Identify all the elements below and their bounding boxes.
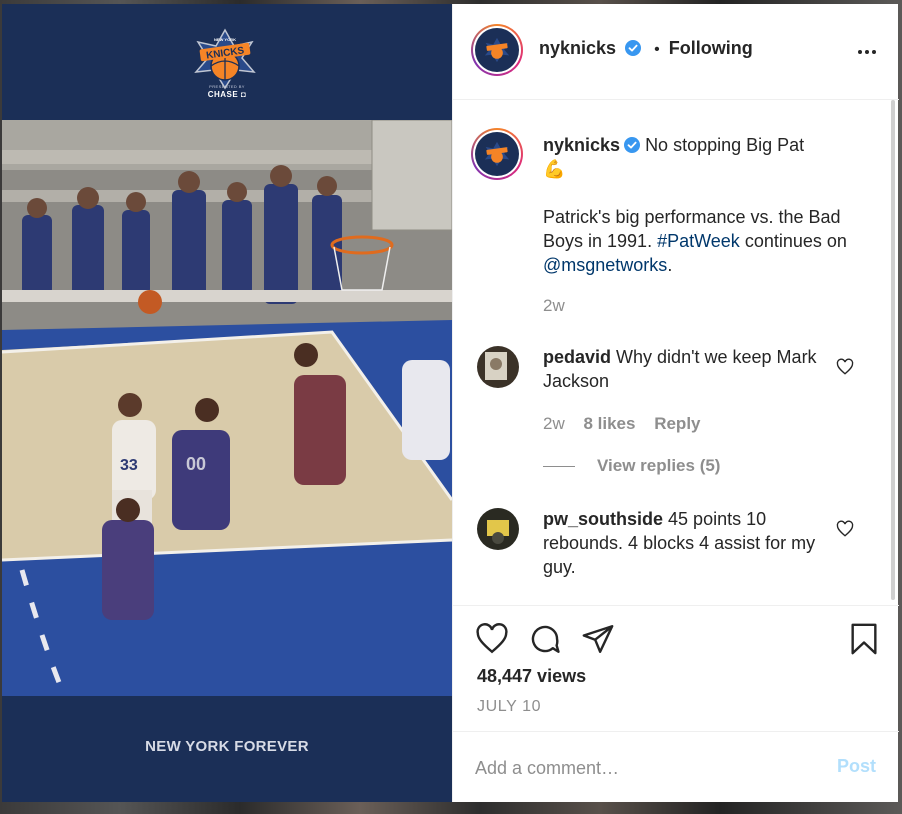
knicks-logo-icon [484,141,510,167]
header-username[interactable]: nyknicks [539,38,616,58]
knicks-logo-icon [484,37,510,63]
post-header: nyknicks • Following [453,4,899,100]
sponsor-label: CHASE ◘ [207,90,247,99]
media-footer-text: NEW YORK FOREVER [145,738,309,755]
knicks-logo-icon: KNICKS NEW YORK [194,28,256,90]
caption-avatar[interactable] [471,128,523,180]
caption-username[interactable]: nyknicks [543,135,620,155]
caption-period: . [667,255,673,275]
caption-timestamp[interactable]: 2w [543,296,565,316]
comment-body: pw_southside 45 points 10 rebounds. 4 bl… [543,507,833,579]
replies-line [543,466,575,468]
svg-text:33: 33 [120,457,138,474]
video-frame[interactable]: 33 00 [2,120,452,696]
video-scene-graphic: 33 00 [2,120,452,696]
flexed-biceps-emoji: 💪 [543,159,566,179]
mention-link[interactable]: @msgnetworks [543,255,667,275]
verified-badge-icon [624,137,641,153]
chase-octagon-icon: ◘ [240,90,247,99]
header-user-line: nyknicks • Following [539,38,753,59]
post-media[interactable]: KNICKS NEW YORK PRESENTED BY CHASE ◘ 33 … [2,4,452,802]
comment-likes[interactable]: 8 likes [583,414,635,433]
commenter-avatar[interactable] [477,508,519,550]
hashtag-link[interactable]: #PatWeek [657,231,740,251]
commenter-username[interactable]: pedavid [543,347,611,367]
more-options-icon[interactable] [855,40,879,64]
comment-body: pedavid Why didn't we keep Mark Jackson [543,345,833,393]
heart-icon[interactable] [475,622,509,656]
verified-badge-icon [625,40,642,56]
post-comment-button[interactable]: Post [837,756,876,777]
comment-time[interactable]: 2w [543,414,565,433]
comment-like-heart-icon[interactable] [836,358,854,376]
header-avatar[interactable] [471,24,523,76]
following-button[interactable]: Following [669,38,753,58]
logo-subtext: NEW YORK [214,37,236,42]
comment-icon[interactable] [528,622,562,656]
post-date[interactable]: JULY 10 [477,698,541,716]
view-replies-label: View replies (5) [597,456,721,475]
view-replies-button[interactable]: View replies (5) [543,456,720,476]
commenter-username[interactable]: pw_southside [543,509,663,529]
presented-by-label: PRESENTED BY [209,84,245,89]
share-icon[interactable] [581,622,615,656]
view-count[interactable]: 48,447 views [477,666,586,687]
caption-first-line: nyknicks No stopping Big Pat 💪 [543,133,873,181]
comments-scrollbar[interactable] [891,100,895,600]
comments-section[interactable]: nyknicks No stopping Big Pat 💪 Patrick's… [453,100,899,605]
bookmark-icon[interactable] [847,622,881,656]
caption-headline: No stopping Big Pat [645,135,805,155]
caption-body: Patrick's big performance vs. the Bad Bo… [543,205,853,277]
comment-like-heart-icon[interactable] [836,520,854,538]
commenter-avatar[interactable] [477,346,519,388]
separator-dot: • [654,41,660,58]
svg-text:00: 00 [186,454,206,474]
caption-body-text-2: continues on [744,231,847,251]
post-details-panel: nyknicks • Following nyknicks No stoppin… [452,4,899,802]
post-actions: 48,447 views JULY 10 [453,605,899,731]
comment-input[interactable] [475,754,815,782]
reply-button[interactable]: Reply [654,414,700,433]
add-comment-bar: Post [453,731,899,802]
comment-meta: 2w 8 likes Reply [543,414,701,434]
